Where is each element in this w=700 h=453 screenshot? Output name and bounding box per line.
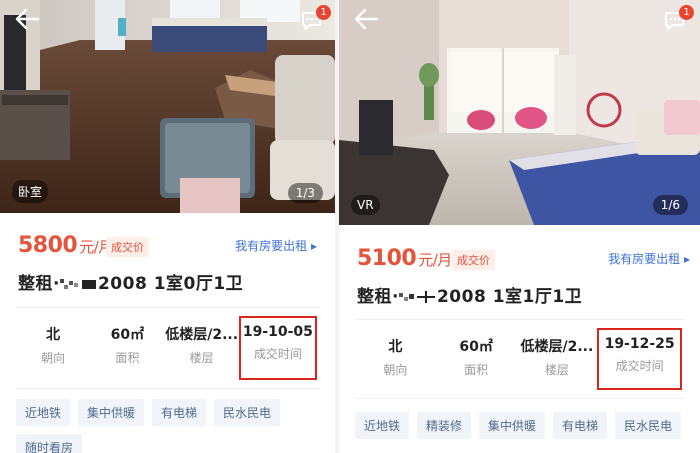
listing-title: 整租· 2008 1室0厅1卫 <box>0 269 335 294</box>
stat-floor: 低楼层/2... 楼层 <box>165 308 239 388</box>
stat-value: 北 <box>46 327 61 343</box>
photo-pager: 1/3 <box>287 183 323 203</box>
photo-pager: 1/6 <box>652 195 688 215</box>
stat-label: 面积 <box>115 351 140 365</box>
feature-tags: 近地铁 集中供暖 有电梯 民水民电 随时看房 <box>16 399 319 453</box>
listing-title: 整租· 2008 1室1厅1卫 <box>339 282 700 307</box>
feature-tag: 随时看房 <box>16 434 83 453</box>
feature-tag: 精装修 <box>417 412 472 439</box>
feature-tag: 民水民电 <box>214 399 281 426</box>
price-value: 5100 <box>357 246 417 271</box>
stat-value: 60㎡ <box>459 339 493 355</box>
message-button[interactable]: 1 <box>299 5 331 34</box>
stat-label: 朝向 <box>383 363 408 377</box>
message-button[interactable]: 1 <box>662 5 694 34</box>
title-suffix: 2008 1室0厅1卫 <box>97 274 244 294</box>
title-suffix: 2008 1室1厅1卫 <box>436 287 583 307</box>
stat-deal-date: 19-12-25 成交时间 <box>597 328 682 390</box>
listing-photo[interactable]: 1 VR 1/6 <box>339 0 700 225</box>
listing-card-left: 1 卧室 1/3 5800 元/月 成交价 我有房要出租 ▸ 整租· 2008 1室… <box>0 0 335 453</box>
listing-photo[interactable]: 1 卧室 1/3 <box>0 0 335 213</box>
stat-label: 楼层 <box>189 351 214 365</box>
feature-tag: 民水民电 <box>615 412 682 439</box>
back-arrow-icon[interactable] <box>14 8 40 30</box>
title-prefix: 整租· <box>357 287 399 307</box>
room-type-tag[interactable]: 卧室 <box>12 180 49 203</box>
message-count-badge: 1 <box>679 5 694 20</box>
living-room-photo <box>339 0 700 225</box>
feature-tag: 近地铁 <box>16 399 71 426</box>
stats-row: 北 朝向 60㎡ 面积 低楼层/2... 楼层 19-12-25 成交时间 <box>355 319 684 399</box>
message-count-badge: 1 <box>316 5 331 20</box>
stat-area: 60㎡ 面积 <box>90 308 164 388</box>
stat-label: 楼层 <box>544 363 569 377</box>
price: 5100 元/月 <box>357 246 452 271</box>
price-row: 5100 元/月 成交价 我有房要出租 ▸ <box>339 244 700 278</box>
feature-tag: 有电梯 <box>152 399 207 426</box>
stat-value: 60㎡ <box>110 327 145 343</box>
stat-value: 19-10-05 <box>242 324 313 340</box>
price: 5800 元/月 <box>18 233 113 258</box>
listing-card-right: 1 VR 1/6 5100 元/月 成交价 我有房要出租 ▸ 整租· 2008 1室… <box>339 0 700 453</box>
vr-tag[interactable]: VR <box>351 195 380 215</box>
stat-label: 面积 <box>464 363 489 377</box>
stat-label: 成交时间 <box>615 359 664 373</box>
stats-row: 北 朝向 60㎡ 面积 低楼层/2... 楼层 19-10-05 成交时间 <box>16 307 319 389</box>
redaction-mask-icon <box>398 291 435 303</box>
feature-tags: 近地铁 精装修 集中供暖 有电梯 民水民电 <box>355 412 684 439</box>
stat-value: 低楼层/2... <box>165 327 239 343</box>
deal-price-tag: 成交价 <box>106 237 149 257</box>
stat-deal-date: 19-10-05 成交时间 <box>238 316 317 380</box>
stat-value: 低楼层/2... <box>520 339 594 355</box>
stat-orientation: 北 朝向 <box>355 320 436 398</box>
feature-tag: 集中供暖 <box>479 412 546 439</box>
bedroom-photo <box>0 0 335 213</box>
stat-label: 朝向 <box>41 351 66 365</box>
title-prefix: 整租· <box>18 274 60 294</box>
redaction-mask-icon <box>59 279 96 289</box>
stat-orientation: 北 朝向 <box>16 308 90 388</box>
back-arrow-icon[interactable] <box>353 8 379 30</box>
comparison-screenshot: 1 卧室 1/3 5800 元/月 成交价 我有房要出租 ▸ 整租· 2008 1室… <box>0 0 700 453</box>
stat-floor: 低楼层/2... 楼层 <box>517 320 598 398</box>
stat-area: 60㎡ 面积 <box>436 320 517 398</box>
price-value: 5800 <box>18 233 78 258</box>
rent-out-link[interactable]: 我有房要出租 ▸ <box>608 250 690 267</box>
feature-tag: 集中供暖 <box>78 399 145 426</box>
feature-tag: 近地铁 <box>355 412 410 439</box>
rent-out-link[interactable]: 我有房要出租 ▸ <box>235 237 317 254</box>
price-unit: 元/月 <box>418 251 452 269</box>
deal-price-tag: 成交价 <box>452 250 495 270</box>
stat-value: 19-12-25 <box>604 336 675 352</box>
stat-value: 北 <box>388 339 403 355</box>
stat-label: 成交时间 <box>253 347 302 361</box>
feature-tag: 有电梯 <box>553 412 608 439</box>
price-row: 5800 元/月 成交价 我有房要出租 ▸ <box>0 231 335 265</box>
